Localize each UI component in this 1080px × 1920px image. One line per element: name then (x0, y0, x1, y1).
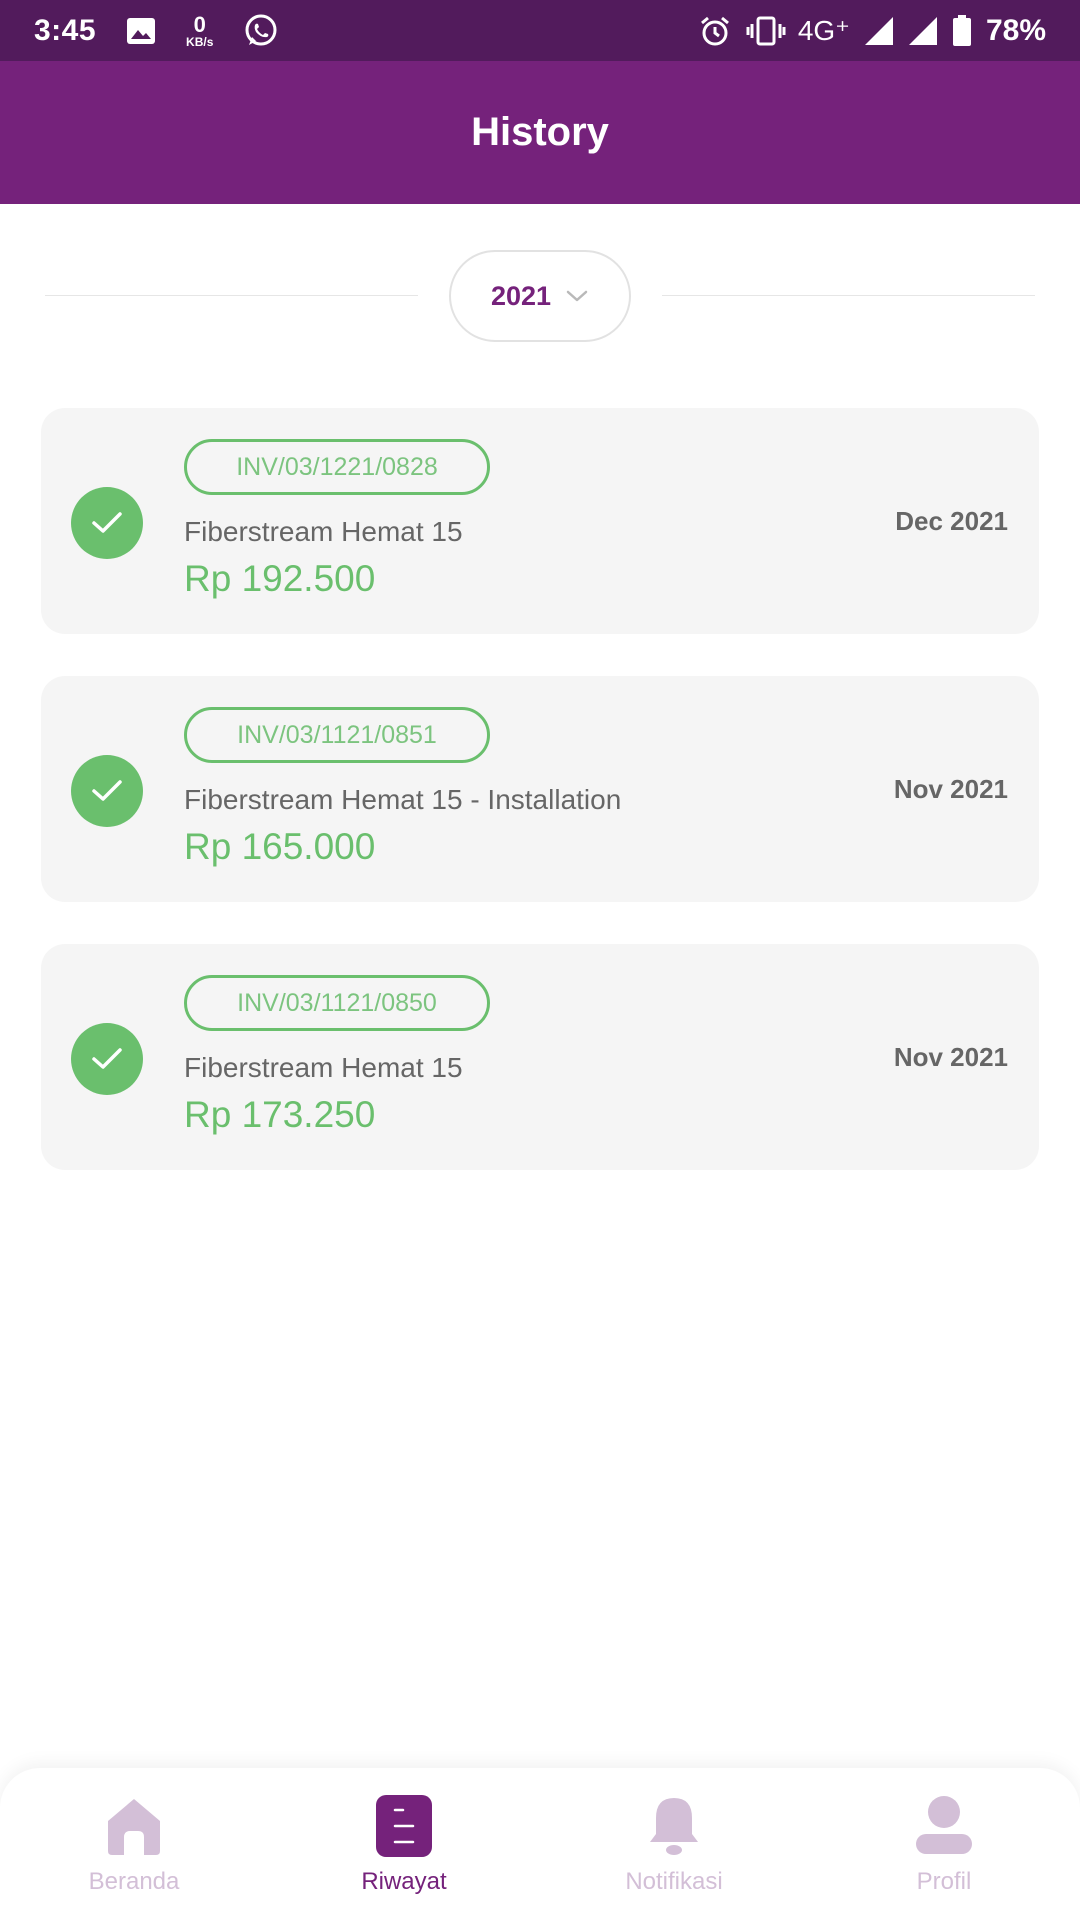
nav-item-beranda[interactable]: Beranda (34, 1794, 234, 1904)
battery-percent: 78% (985, 13, 1046, 47)
app-header: History (0, 61, 1080, 204)
image-icon (126, 17, 156, 45)
invoice-number: INV/03/1121/0851 (184, 707, 490, 763)
invoice-number: INV/03/1221/0828 (184, 439, 490, 495)
billing-period: Nov 2021 (893, 1042, 1008, 1072)
year-filter-row: 2021 (0, 250, 1080, 342)
signal-icon (864, 16, 894, 46)
payment-amount: Rp 165.000 (184, 826, 376, 867)
history-card[interactable]: INV/03/1221/0828 Fiberstream Hemat 15 Rp… (41, 408, 1039, 634)
product-name: Fiberstream Hemat 15 (184, 1052, 463, 1083)
check-icon (71, 755, 143, 827)
divider-right (662, 295, 1035, 296)
nav-label: Profil (916, 1868, 972, 1895)
history-card[interactable]: INV/03/1121/0850 Fiberstream Hemat 15 Rp… (41, 944, 1039, 1170)
product-name: Fiberstream Hemat 15 - Installation (184, 784, 622, 815)
year-dropdown[interactable]: 2021 (449, 250, 631, 342)
year-value: 2021 (490, 280, 552, 311)
payment-amount: Rp 192.500 (184, 558, 376, 599)
page-title: History (471, 110, 609, 154)
history-card[interactable]: INV/03/1121/0851 Fiberstream Hemat 15 - … (41, 676, 1039, 902)
chevron-down-icon (565, 288, 589, 304)
home-icon (103, 1794, 165, 1858)
check-icon (71, 1023, 143, 1095)
bottom-nav: Beranda Riwayat Notifikasi Profil (0, 1768, 1080, 1920)
history-screen: 3:45 0 KB/s 4G⁺ 78% History 2021 INV/03/… (0, 0, 1080, 1920)
divider-left (45, 295, 418, 296)
nav-label: Beranda (88, 1868, 180, 1895)
billing-period: Nov 2021 (893, 774, 1008, 804)
status-left: 3:45 0 KB/s (34, 13, 279, 49)
nav-item-notifikasi[interactable]: Notifikasi (574, 1794, 774, 1904)
check-icon (71, 487, 143, 559)
battery-icon (952, 14, 972, 47)
vibrate-icon (746, 16, 786, 46)
signal-icon (908, 16, 938, 46)
nav-label: Notifikasi (625, 1868, 723, 1895)
status-bar: 3:45 0 KB/s 4G⁺ 78% (0, 0, 1080, 61)
status-time: 3:45 (34, 13, 97, 47)
user-icon (913, 1794, 975, 1858)
product-name: Fiberstream Hemat 15 (184, 516, 463, 547)
payment-amount: Rp 173.250 (184, 1094, 376, 1135)
nav-item-profil[interactable]: Profil (844, 1794, 1044, 1904)
network-speed-value: 0 (193, 11, 206, 37)
whatsapp-icon (243, 13, 279, 49)
invoice-number: INV/03/1121/0850 (184, 975, 490, 1031)
alarm-icon (698, 14, 732, 48)
network-type: 4G⁺ (797, 15, 850, 46)
status-right: 4G⁺ 78% (684, 14, 1046, 48)
network-speed-unit: KB/s (186, 34, 214, 49)
nav-item-riwayat[interactable]: Riwayat (304, 1794, 504, 1904)
history-icon (373, 1794, 435, 1858)
network-speed: 0 KB/s (186, 11, 214, 49)
nav-label: Riwayat (361, 1868, 447, 1895)
bell-icon (643, 1794, 705, 1858)
billing-period: Dec 2021 (895, 506, 1008, 536)
